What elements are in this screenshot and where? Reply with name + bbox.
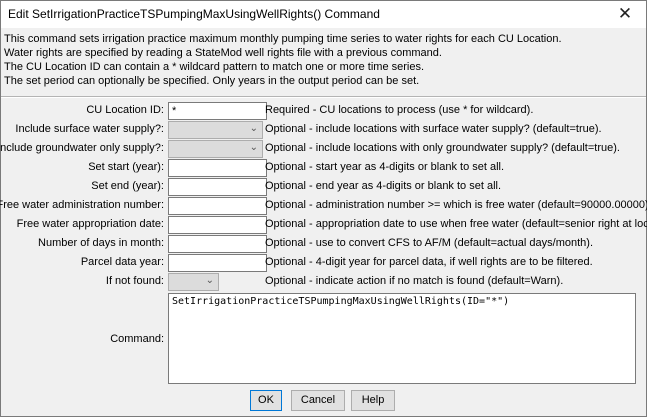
help-button[interactable]: Help [351, 390, 395, 411]
free-date-input[interactable] [168, 216, 267, 234]
include-groundwater-label: Include groundwater only supply?: [0, 142, 164, 154]
set-start-label: Set start (year): [88, 161, 164, 173]
cu-location-help: Required - CU locations to process (use … [265, 104, 534, 116]
description-line-1: This command sets irrigation practice ma… [4, 33, 562, 45]
description-line-2: Water rights are specified by reading a … [4, 47, 442, 59]
parcel-year-label: Parcel data year: [80, 256, 164, 268]
close-icon[interactable]: ✕ [616, 5, 634, 23]
chevron-down-icon: ⌄ [249, 123, 258, 134]
cu-location-input[interactable]: * [168, 102, 267, 120]
description-line-3: The CU Location ID can contain a * wildc… [4, 61, 425, 73]
if-not-found-select[interactable]: ⌄ [168, 273, 219, 291]
separator [1, 96, 646, 98]
free-admin-help: Optional - administration number >= whic… [265, 199, 647, 211]
if-not-found-help: Optional - indicate action if no match i… [265, 275, 564, 287]
free-admin-input[interactable] [168, 197, 267, 215]
cancel-button[interactable]: Cancel [291, 390, 345, 411]
set-end-input[interactable] [168, 178, 267, 196]
days-in-month-label: Number of days in month: [38, 237, 164, 249]
free-date-label: Free water appropriation date: [16, 218, 164, 230]
parcel-year-help: Optional - 4-digit year for parcel data,… [265, 256, 593, 268]
include-surface-select[interactable]: ⌄ [168, 121, 263, 139]
cu-location-label: CU Location ID: [86, 104, 164, 116]
if-not-found-label: If not found: [105, 275, 164, 287]
chevron-down-icon: ⌄ [205, 275, 214, 286]
days-in-month-input[interactable] [168, 235, 267, 253]
days-in-month-help: Optional - use to convert CFS to AF/M (d… [265, 237, 594, 249]
include-groundwater-help: Optional - include locations with only g… [265, 142, 620, 154]
set-start-help: Optional - start year as 4-digits or bla… [265, 161, 505, 173]
include-groundwater-select[interactable]: ⌄ [168, 140, 263, 158]
chevron-down-icon: ⌄ [249, 142, 258, 153]
free-date-help: Optional - appropriation date to use whe… [265, 218, 647, 230]
dialog-window: Edit SetIrrigationPracticeTSPumpingMaxUs… [0, 0, 647, 417]
description-line-4: The set period can optionally be specifi… [4, 75, 420, 87]
set-end-help: Optional - end year as 4-digits or blank… [265, 180, 502, 192]
ok-button[interactable]: OK [250, 390, 282, 411]
include-surface-help: Optional - include locations with surfac… [265, 123, 602, 135]
title-bar: Edit SetIrrigationPracticeTSPumpingMaxUs… [1, 1, 646, 28]
window-title: Edit SetIrrigationPracticeTSPumpingMaxUs… [8, 7, 380, 21]
command-label: Command: [110, 333, 164, 345]
command-textarea[interactable]: SetIrrigationPracticeTSPumpingMaxUsingWe… [168, 293, 636, 384]
include-surface-label: Include surface water supply?: [15, 123, 164, 135]
set-end-label: Set end (year): [91, 180, 164, 192]
set-start-input[interactable] [168, 159, 267, 177]
parcel-year-input[interactable] [168, 254, 267, 272]
free-admin-label: Free water administration number: [0, 199, 164, 211]
